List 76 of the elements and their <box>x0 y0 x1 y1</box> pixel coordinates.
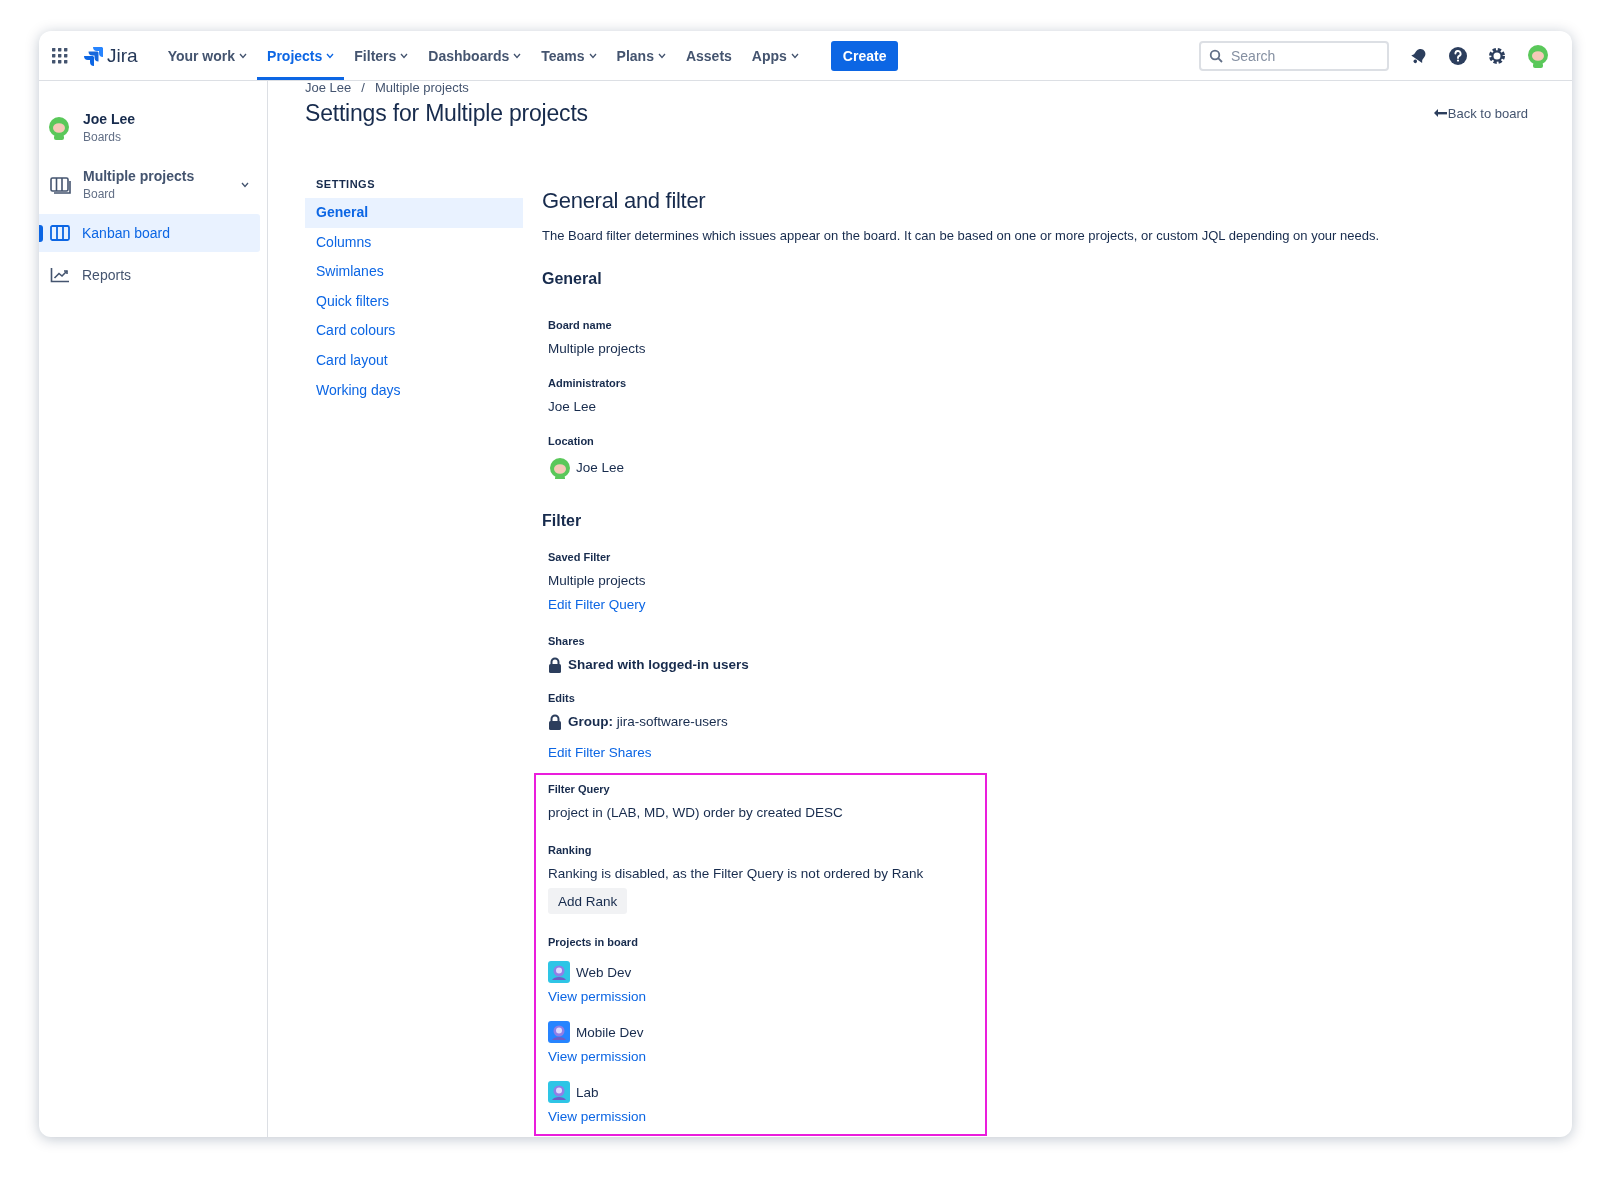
nav-tab[interactable]: Plans <box>606 31 676 80</box>
settings-heading: SETTINGS <box>315 177 376 191</box>
settings-icon[interactable] <box>1487 45 1507 66</box>
field-value: Group: jira-software-users <box>568 714 728 730</box>
project-name: Lab <box>576 1084 599 1100</box>
chart-icon <box>50 267 70 283</box>
sidebar-item[interactable]: Reports <box>39 256 260 294</box>
product-name[interactable]: Jira <box>107 44 138 67</box>
field-label: Edits <box>548 691 575 706</box>
help-icon[interactable] <box>1448 45 1468 66</box>
logo-icon[interactable] <box>82 44 104 67</box>
project-name: Web Dev <box>576 964 632 980</box>
description-text: The Board filter determines which issues appear on the board. It can be based on one or more projects, or custom JQL depending on your needs. <box>542 227 1381 245</box>
edit-shares-link[interactable]: Edit Filter Shares <box>548 745 652 761</box>
subsection-heading: Filter <box>542 512 583 530</box>
section-heading: General and filter <box>542 187 707 215</box>
back-arrow-icon <box>1432 108 1447 118</box>
sidebar-item[interactable]: Kanban board <box>39 214 260 252</box>
page-title: Settings for Multiple projects <box>305 99 588 127</box>
project-icon <box>548 1081 570 1103</box>
subsection-heading: General <box>542 270 603 288</box>
query-text: project in (LAB, MD, WD) order by created DESC <box>548 805 843 821</box>
user-subtitle: Boards <box>83 130 123 144</box>
field-label: Filter Query <box>548 782 610 797</box>
user-name: Joe Lee <box>83 111 136 127</box>
board-name[interactable]: Multiple projects <box>83 168 195 184</box>
settings-menu-item[interactable]: Card layout <box>305 345 523 376</box>
settings-menu-item[interactable]: Quick filters <box>305 286 523 317</box>
field-label: Ranking <box>548 843 592 858</box>
project-icon <box>548 1021 570 1043</box>
settings-menu-item[interactable]: General <box>305 198 523 228</box>
nav-tab[interactable]: Teams <box>531 31 607 80</box>
settings-menu-item[interactable]: Working days <box>305 375 523 406</box>
field-label: Saved Filter <box>548 550 611 565</box>
view-permission-link[interactable]: View permission <box>548 1049 647 1065</box>
breadcrumb-separator: / <box>361 81 365 95</box>
settings-menu-item[interactable]: Columns <box>305 227 523 258</box>
nav-tab[interactable]: Your work <box>157 31 258 80</box>
lock-icon <box>548 657 562 673</box>
nav-tab[interactable]: Dashboards <box>418 31 532 80</box>
field-label: Board name <box>548 318 612 333</box>
chevron-down-icon <box>241 181 249 188</box>
add-rank-button[interactable]: Add Rank <box>548 888 628 914</box>
board-type: Board <box>83 187 117 201</box>
nav-tab[interactable]: Filters <box>344 31 419 80</box>
project-icon <box>548 961 570 983</box>
search-field[interactable]: Search <box>1199 40 1389 71</box>
breadcrumb-link[interactable]: Joe Lee <box>305 81 352 95</box>
create-button[interactable]: Create <box>830 40 899 71</box>
field-label: Projects in board <box>548 935 638 950</box>
settings-menu-item[interactable]: Card colours <box>305 316 523 346</box>
back-link[interactable]: Back to board <box>1432 105 1528 121</box>
lock-icon <box>548 714 562 730</box>
view-permission-link[interactable]: View permission <box>548 1109 647 1125</box>
field-value: Joe Lee <box>548 399 597 415</box>
kanban-icon <box>50 225 70 241</box>
field-value: Multiple projects <box>548 573 646 589</box>
settings-menu-item[interactable]: Swimlanes <box>305 257 523 287</box>
ranking-text: Ranking is disabled, as the Filter Query is not ordered by Rank <box>548 866 924 882</box>
field-label: Location <box>548 434 594 449</box>
nav-tab[interactable]: Apps <box>741 31 809 80</box>
edit-filter-link[interactable]: Edit Filter Query <box>548 597 646 613</box>
field-value: Multiple projects <box>548 341 646 357</box>
avatar-icon <box>47 115 71 140</box>
field-label: Shares <box>548 634 585 649</box>
field-value: Joe Lee <box>576 460 625 476</box>
view-permission-link[interactable]: View permission <box>548 989 647 1005</box>
search-icon <box>1209 48 1223 63</box>
app-grid-icon[interactable] <box>51 46 69 65</box>
nav-tab[interactable]: Projects <box>257 31 345 80</box>
project-name: Mobile Dev <box>576 1024 644 1040</box>
field-value: Shared with logged-in users <box>568 657 749 673</box>
avatar-icon <box>548 457 570 479</box>
breadcrumb-link[interactable]: Multiple projects <box>374 81 469 95</box>
nav-tab[interactable]: Assets <box>675 31 742 80</box>
field-label: Administrators <box>548 376 627 391</box>
